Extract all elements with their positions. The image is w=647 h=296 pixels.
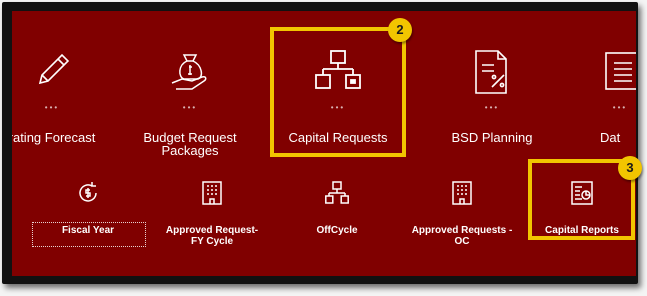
card-label: Approved Requests - OC (411, 225, 513, 247)
hierarchy-small-icon (325, 181, 349, 204)
card-label: Budget Request Packages (143, 130, 237, 158)
more-dots: ••• (612, 103, 628, 112)
callout-highlight-capital-requests (270, 27, 406, 157)
callout-badge-2: 2 (388, 18, 412, 42)
screenshot-frame: ••• rating Forecast ••• Budget Request P… (2, 2, 642, 284)
card-offcycle[interactable]: OffCycle (282, 171, 392, 251)
more-dots: ••• (182, 103, 198, 112)
card-budget-request-packages[interactable]: ••• Budget Request Packages (125, 11, 255, 161)
money-bag-hand-icon (171, 54, 207, 90)
card-approved-request-fy-cycle[interactable]: Approved Request- FY Cycle (157, 171, 267, 251)
data-list-icon (605, 52, 636, 90)
card-label: BSD Planning (451, 130, 533, 145)
building-icon (452, 181, 472, 205)
card-label: Dat (600, 130, 621, 145)
keyboard-focus-outline (32, 222, 146, 247)
card-data[interactable]: ••• Dat (582, 11, 636, 161)
card-label: OffCycle (316, 225, 358, 236)
building-icon (202, 181, 222, 205)
card-operating-forecast[interactable]: ••• rating Forecast (12, 11, 107, 161)
more-dots: ••• (484, 103, 500, 112)
refresh-dollar-icon (79, 182, 97, 202)
pencil-icon (38, 53, 70, 85)
card-label: rating Forecast (12, 130, 96, 145)
callout-badge-3: 3 (618, 156, 642, 180)
card-bsd-planning[interactable]: ••• BSD Planning (427, 11, 557, 161)
document-percent-icon (475, 50, 507, 94)
more-dots: ••• (44, 103, 60, 112)
card-label: Approved Request- FY Cycle (165, 225, 259, 247)
card-approved-requests-oc[interactable]: Approved Requests - OC (402, 171, 522, 251)
